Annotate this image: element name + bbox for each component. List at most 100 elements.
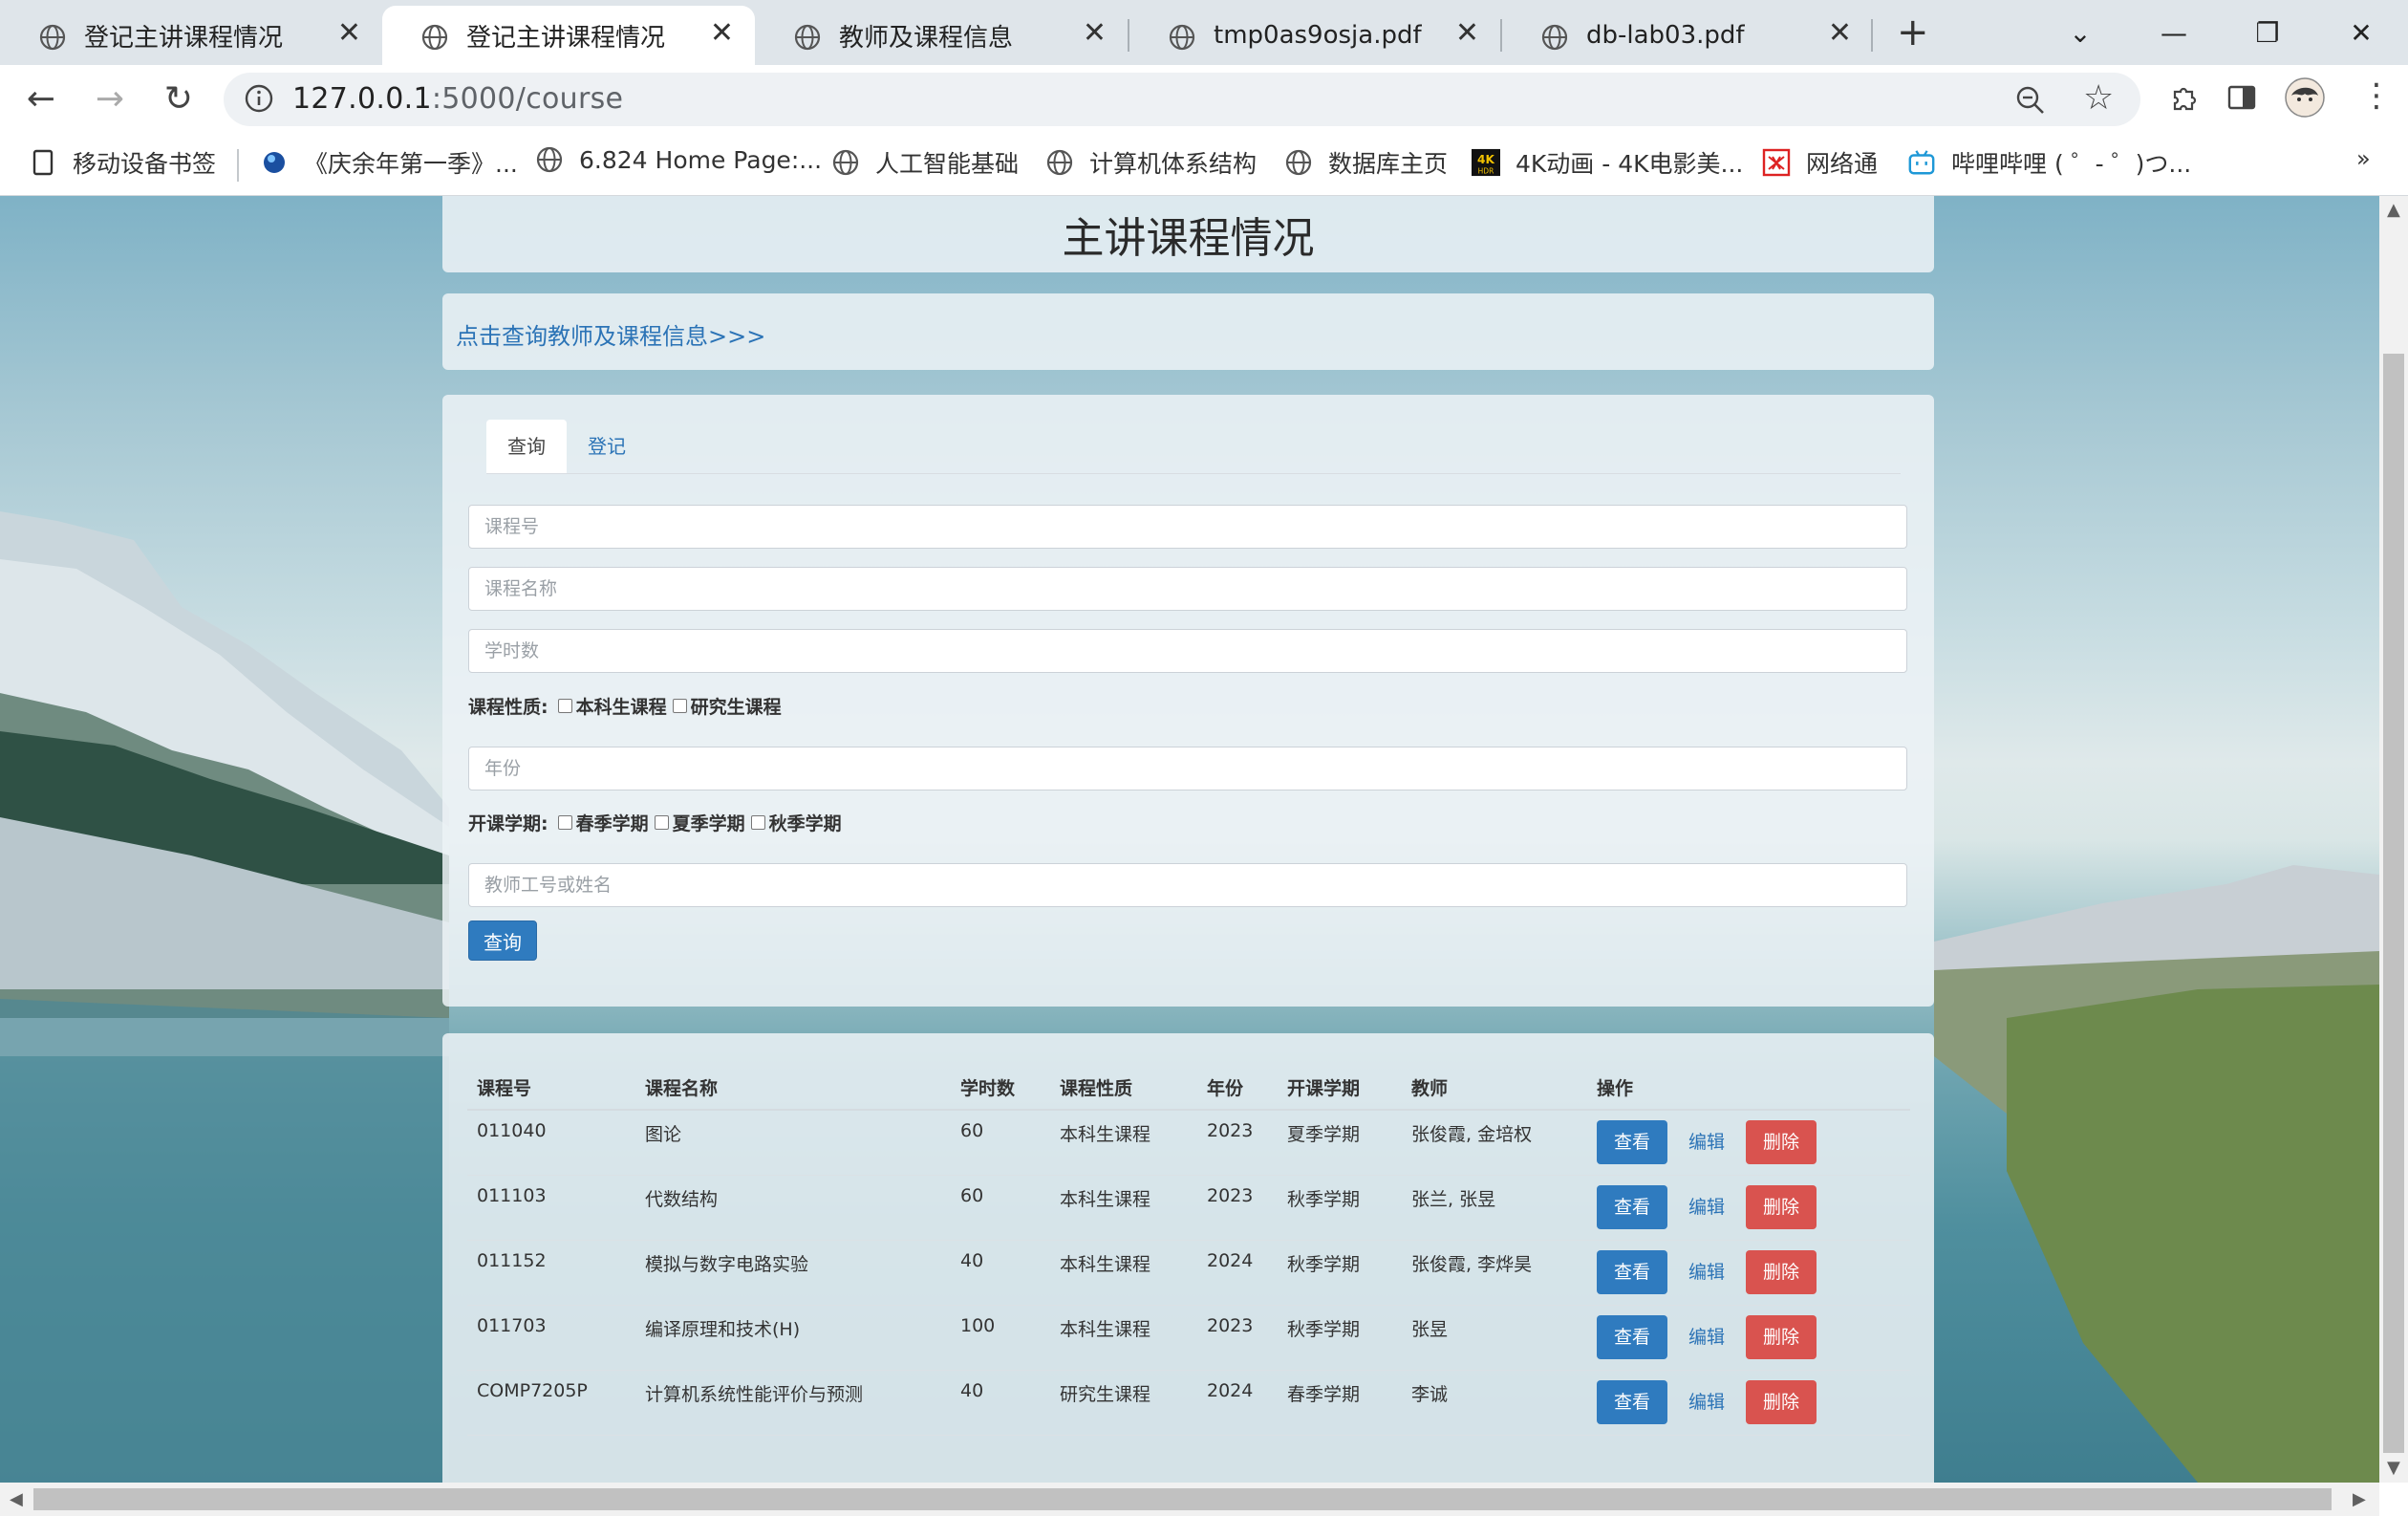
hours-input[interactable] (468, 629, 1907, 673)
zoom-icon[interactable] (2014, 84, 2047, 124)
view-button[interactable]: 查看 (1597, 1314, 1668, 1359)
reload-icon[interactable]: ↻ (159, 78, 199, 119)
view-button[interactable]: 查看 (1597, 1120, 1668, 1164)
teacher-course-info-link[interactable]: 点击查询教师及课程信息>>> (456, 317, 765, 351)
bookmarks-bar: 移动设备书签 《庆余年第一季》... 6.824 Home Page:... 人… (0, 132, 2408, 196)
teacher-input[interactable] (468, 863, 1907, 907)
view-button[interactable]: 查看 (1597, 1249, 1668, 1294)
table-row: COMP7205P 计算机系统性能评价与预测 40 研究生课程 2024 春季学… (467, 1370, 1910, 1436)
edit-button[interactable]: 编辑 (1679, 1380, 1734, 1424)
cell-semester: 秋季学期 (1278, 1175, 1402, 1241)
side-panel-icon[interactable] (2226, 82, 2257, 120)
tab-label: 登记主讲课程情况 (84, 23, 284, 53)
bookmark-db[interactable]: 数据库主页 (1284, 145, 1448, 180)
bookmark-6824[interactable]: 6.824 Home Page:... (535, 145, 822, 174)
bookmarks-overflow-icon[interactable]: » (2356, 145, 2371, 172)
tab-label: tmp0as9osja.pdf (1214, 21, 1422, 50)
query-form-panel: 查询 登记 课程性质: 本科生课程 研究生课程 开课学期: 春季学期 夏季学期 … (442, 395, 1934, 1007)
forward-icon[interactable]: → (90, 78, 130, 119)
vertical-scroll-thumb[interactable] (2383, 354, 2404, 1453)
delete-button[interactable]: 删除 (1746, 1120, 1817, 1164)
summer-label: 夏季学期 (672, 813, 745, 834)
scroll-up-icon[interactable]: ▲ (2387, 200, 2400, 220)
cell-actions: 查看 编辑 删除 (1587, 1110, 1910, 1176)
browser-tab-5[interactable]: db-lab03.pdf ✕ (1502, 6, 1873, 65)
bookmark-qingyunian[interactable]: 《庆余年第一季》... (260, 145, 518, 180)
course-id-input[interactable] (468, 505, 1907, 549)
window-close-icon[interactable]: ✕ (2314, 0, 2408, 65)
cell-teacher: 张兰, 张昱 (1402, 1175, 1587, 1241)
extensions-icon[interactable] (2167, 82, 2200, 122)
menu-icon[interactable]: ⋮ (2360, 76, 2393, 115)
close-icon[interactable]: ✕ (1828, 19, 1852, 48)
bookmark-mobile[interactable]: 移动设备书签 (29, 145, 216, 180)
undergrad-checkbox[interactable] (557, 699, 572, 713)
bookmark-4k[interactable]: 4K HDR 4K动画 - 4K电影美... (1472, 145, 1743, 180)
tab-register[interactable]: 登记 (567, 420, 647, 473)
delete-button[interactable]: 删除 (1746, 1184, 1817, 1229)
cell-course-name: 模拟与数字电路实验 (635, 1240, 951, 1306)
bookmark-bilibili[interactable]: 哔哩哔哩 ( ゜- ゜)つ... (1907, 145, 2191, 180)
view-button[interactable]: 查看 (1597, 1184, 1668, 1229)
url-text[interactable]: 127.0.0.1:5000/course (292, 82, 623, 116)
delete-button[interactable]: 删除 (1746, 1314, 1817, 1359)
back-icon[interactable]: ← (21, 78, 61, 119)
scroll-down-icon[interactable]: ▼ (2387, 1458, 2400, 1478)
tab-search-icon[interactable]: ⌄ (2033, 0, 2127, 65)
browser-tab-4[interactable]: tmp0as9osja.pdf ✕ (1129, 6, 1500, 65)
close-icon[interactable]: ✕ (337, 19, 361, 48)
new-tab-icon[interactable]: + (1897, 11, 1929, 54)
bookmark-ai[interactable]: 人工智能基础 (831, 145, 1019, 180)
summer-checkbox[interactable] (654, 815, 669, 830)
header-year: 年份 (1197, 1066, 1278, 1111)
vertical-scrollbar[interactable]: ▲ ▼ (2379, 196, 2408, 1483)
horizontal-scroll-thumb[interactable] (33, 1488, 2332, 1510)
browser-tab-3[interactable]: 教师及课程信息 ✕ (755, 6, 1128, 65)
semester-row: 开课学期: 春季学期 夏季学期 秋季学期 (468, 810, 842, 835)
grad-checkbox[interactable] (672, 699, 687, 713)
browser-tab-2[interactable]: 登记主讲课程情况 ✕ (382, 6, 755, 65)
header-hours: 学时数 (951, 1066, 1050, 1111)
bookmark-wangluotong[interactable]: 网络通 (1762, 145, 1878, 180)
url-path: :5000/course (431, 82, 624, 116)
cell-nature: 本科生课程 (1050, 1110, 1197, 1176)
header-course-id: 课程号 (467, 1066, 635, 1111)
browser-tab-1[interactable]: 登记主讲课程情况 ✕ (0, 6, 382, 65)
course-name-input[interactable] (468, 567, 1907, 611)
delete-button[interactable]: 删除 (1746, 1249, 1817, 1294)
tab-query[interactable]: 查询 (486, 420, 567, 473)
edit-button[interactable]: 编辑 (1679, 1250, 1734, 1294)
query-button[interactable]: 查询 (468, 920, 537, 961)
horizontal-scrollbar[interactable]: ◀ ▶ (0, 1483, 2379, 1516)
minimize-icon[interactable]: — (2127, 0, 2221, 65)
info-icon[interactable] (243, 82, 275, 119)
avatar[interactable] (2284, 76, 2326, 126)
edit-button[interactable]: 编辑 (1679, 1120, 1734, 1164)
star-icon[interactable]: ☆ (2083, 78, 2114, 118)
edit-button[interactable]: 编辑 (1679, 1315, 1734, 1359)
delete-button[interactable]: 删除 (1746, 1379, 1817, 1424)
edit-button[interactable]: 编辑 (1679, 1185, 1734, 1229)
course-nature-row: 课程性质: 本科生课程 研究生课程 (468, 693, 782, 719)
close-icon[interactable]: ✕ (1083, 19, 1107, 48)
autumn-checkbox[interactable] (750, 815, 765, 830)
year-input[interactable] (468, 747, 1907, 790)
bookmark-arch[interactable]: 计算机体系结构 (1045, 145, 1257, 180)
globe-icon (1540, 23, 1569, 58)
address-bar[interactable]: 127.0.0.1:5000/course ☆ (224, 73, 2140, 126)
svg-text:4K: 4K (1477, 153, 1494, 166)
view-button[interactable]: 查看 (1597, 1379, 1668, 1424)
spring-checkbox[interactable] (557, 815, 572, 830)
cell-course-id: 011152 (467, 1240, 635, 1306)
url-host: 127.0.0.1 (292, 82, 432, 116)
scroll-left-icon[interactable]: ◀ (10, 1489, 23, 1509)
close-icon[interactable]: ✕ (710, 19, 734, 48)
cell-hours: 40 (951, 1370, 1050, 1436)
close-icon[interactable]: ✕ (1455, 19, 1479, 48)
cell-actions: 查看 编辑 删除 (1587, 1305, 1910, 1371)
scroll-right-icon[interactable]: ▶ (2353, 1489, 2366, 1509)
results-panel: 课程号 课程名称 学时数 课程性质 年份 开课学期 教师 操作 011040 图… (442, 1033, 1934, 1483)
restore-icon[interactable]: ❐ (2221, 0, 2314, 65)
cell-teacher: 张俊霞, 金培权 (1402, 1110, 1587, 1176)
table-row: 011040 图论 60 本科生课程 2023 夏季学期 张俊霞, 金培权 查看… (467, 1110, 1910, 1176)
